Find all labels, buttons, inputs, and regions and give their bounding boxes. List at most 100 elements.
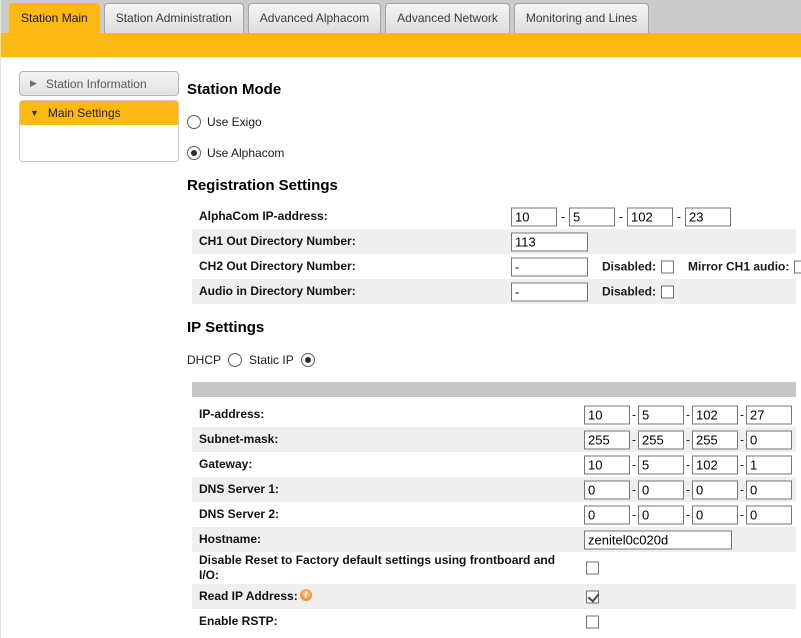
- ch1-out-label: CH1 Out Directory Number:: [192, 234, 356, 249]
- info-icon[interactable]: i: [300, 589, 312, 601]
- dns1-fields: - - -: [584, 480, 792, 499]
- ip-settings-heading: IP Settings: [187, 320, 801, 336]
- main-panel: Station Mode Use Exigo Use Alphacom Regi…: [187, 57, 801, 634]
- dhcp-radio[interactable]: [228, 353, 242, 367]
- hostname-label: Hostname:: [192, 532, 261, 547]
- octet-separator: -: [632, 458, 636, 472]
- audio-in-disabled-checkbox[interactable]: [661, 285, 674, 298]
- subnet-mask-octet-1[interactable]: [584, 430, 630, 449]
- subnet-mask-fields: - - -: [584, 430, 792, 449]
- sidebar-item-station-information[interactable]: ▶ Station Information: [19, 71, 179, 96]
- read-ip-label-text: Read IP Address:: [199, 589, 298, 603]
- table-row-alphacom-ip: AlphaCom IP-address: - - -: [192, 204, 796, 229]
- mirror-ch1-audio-checkbox[interactable]: [794, 260, 801, 273]
- alphacom-ip-octet-1[interactable]: [511, 207, 557, 226]
- sidebar-item-label: Main Settings: [48, 106, 121, 120]
- gateway-octet-4[interactable]: [746, 455, 792, 474]
- subnet-mask-octet-2[interactable]: [638, 430, 684, 449]
- dns2-octet-3[interactable]: [692, 505, 738, 524]
- subnet-mask-octet-4[interactable]: [746, 430, 792, 449]
- octet-separator: -: [561, 210, 565, 224]
- dns2-octet-2[interactable]: [638, 505, 684, 524]
- alphacom-ip-octet-3[interactable]: [627, 207, 673, 226]
- read-ip-checkbox[interactable]: [586, 590, 599, 603]
- disable-reset-fields: [586, 562, 599, 575]
- dns1-octet-2[interactable]: [638, 480, 684, 499]
- table-row-ip-address: IP-address: - - -: [192, 402, 796, 427]
- read-ip-label: Read IP Address:i: [192, 589, 312, 604]
- table-row-ch2-out: CH2 Out Directory Number: Disabled: Mirr…: [192, 254, 796, 279]
- table-row-dns2: DNS Server 2: - - -: [192, 502, 796, 527]
- use-exigo-label: Use Exigo: [207, 115, 262, 129]
- octet-separator: -: [686, 433, 690, 447]
- use-exigo-option: Use Exigo: [187, 113, 801, 131]
- ch2-out-label: CH2 Out Directory Number:: [192, 259, 356, 274]
- dns1-octet-1[interactable]: [584, 480, 630, 499]
- tab-advanced-network[interactable]: Advanced Network: [385, 3, 510, 33]
- ip-address-octet-4[interactable]: [746, 405, 792, 424]
- hostname-input[interactable]: [584, 530, 732, 549]
- static-ip-radio[interactable]: [301, 353, 315, 367]
- use-exigo-radio[interactable]: [187, 115, 201, 129]
- tab-bar: Station Main Station Administration Adva…: [1, 0, 801, 33]
- ch1-out-input[interactable]: [511, 232, 588, 251]
- table-row-hostname: Hostname:: [192, 527, 796, 552]
- gateway-fields: - - -: [584, 455, 792, 474]
- audio-in-label: Audio in Directory Number:: [192, 284, 356, 299]
- octet-separator: -: [740, 483, 744, 497]
- alphacom-ip-octet-4[interactable]: [685, 207, 731, 226]
- tab-advanced-alphacom[interactable]: Advanced Alphacom: [248, 3, 381, 33]
- ch2-out-fields: Disabled: Mirror CH1 audio:: [511, 257, 801, 276]
- octet-separator: -: [632, 408, 636, 422]
- ip-address-octet-1[interactable]: [584, 405, 630, 424]
- ch2-out-input[interactable]: [511, 257, 588, 276]
- dns2-label: DNS Server 2:: [192, 507, 279, 522]
- sidebar: ▶ Station Information ▼ Main Settings: [19, 71, 179, 162]
- tab-monitoring-and-lines[interactable]: Monitoring and Lines: [514, 3, 649, 33]
- dns2-octet-4[interactable]: [746, 505, 792, 524]
- octet-separator: -: [740, 458, 744, 472]
- disable-reset-checkbox[interactable]: [586, 562, 599, 575]
- dns1-octet-3[interactable]: [692, 480, 738, 499]
- gateway-octet-1[interactable]: [584, 455, 630, 474]
- alphacom-ip-octet-2[interactable]: [569, 207, 615, 226]
- octet-separator: -: [686, 408, 690, 422]
- ip-table: IP-address: - - - Subnet-mask: - -: [192, 402, 796, 634]
- octet-separator: -: [632, 508, 636, 522]
- octet-separator: -: [686, 483, 690, 497]
- table-row-dns1: DNS Server 1: - - -: [192, 477, 796, 502]
- table-row-subnet-mask: Subnet-mask: - - -: [192, 427, 796, 452]
- gateway-octet-2[interactable]: [638, 455, 684, 474]
- read-ip-fields: [586, 590, 599, 603]
- audio-in-input[interactable]: [511, 282, 588, 301]
- gateway-label: Gateway:: [192, 457, 252, 472]
- octet-separator: -: [619, 210, 623, 224]
- chevron-down-icon: ▼: [30, 109, 39, 118]
- ip-address-octet-3[interactable]: [692, 405, 738, 424]
- sidebar-item-main-settings[interactable]: ▼ Main Settings: [20, 101, 178, 125]
- table-row-disable-reset: Disable Reset to Factory default setting…: [192, 552, 796, 584]
- dns1-octet-4[interactable]: [746, 480, 792, 499]
- ch2-disabled-checkbox[interactable]: [661, 260, 674, 273]
- hostname-fields: [584, 530, 732, 549]
- ip-address-fields: - - -: [584, 405, 792, 424]
- subnet-mask-octet-3[interactable]: [692, 430, 738, 449]
- audio-in-disabled-label: Disabled:: [602, 285, 656, 299]
- registration-settings-heading: Registration Settings: [187, 178, 801, 194]
- alphacom-ip-fields: - - -: [511, 207, 731, 226]
- sidebar-accordion-main-settings: ▼ Main Settings: [19, 100, 179, 162]
- table-row-enable-rstp: Enable RSTP:: [192, 609, 796, 634]
- tab-station-administration[interactable]: Station Administration: [104, 3, 244, 33]
- enable-rstp-fields: [586, 615, 599, 628]
- tab-station-main[interactable]: Station Main: [9, 3, 100, 33]
- octet-separator: -: [686, 458, 690, 472]
- ip-address-octet-2[interactable]: [638, 405, 684, 424]
- use-alphacom-radio[interactable]: [187, 146, 201, 160]
- dns2-octet-1[interactable]: [584, 505, 630, 524]
- registration-table: AlphaCom IP-address: - - - CH1 Out Direc…: [192, 204, 796, 304]
- octet-separator: -: [632, 433, 636, 447]
- table-row-gateway: Gateway: - - -: [192, 452, 796, 477]
- gateway-octet-3[interactable]: [692, 455, 738, 474]
- enable-rstp-checkbox[interactable]: [586, 615, 599, 628]
- dns2-fields: - - -: [584, 505, 792, 524]
